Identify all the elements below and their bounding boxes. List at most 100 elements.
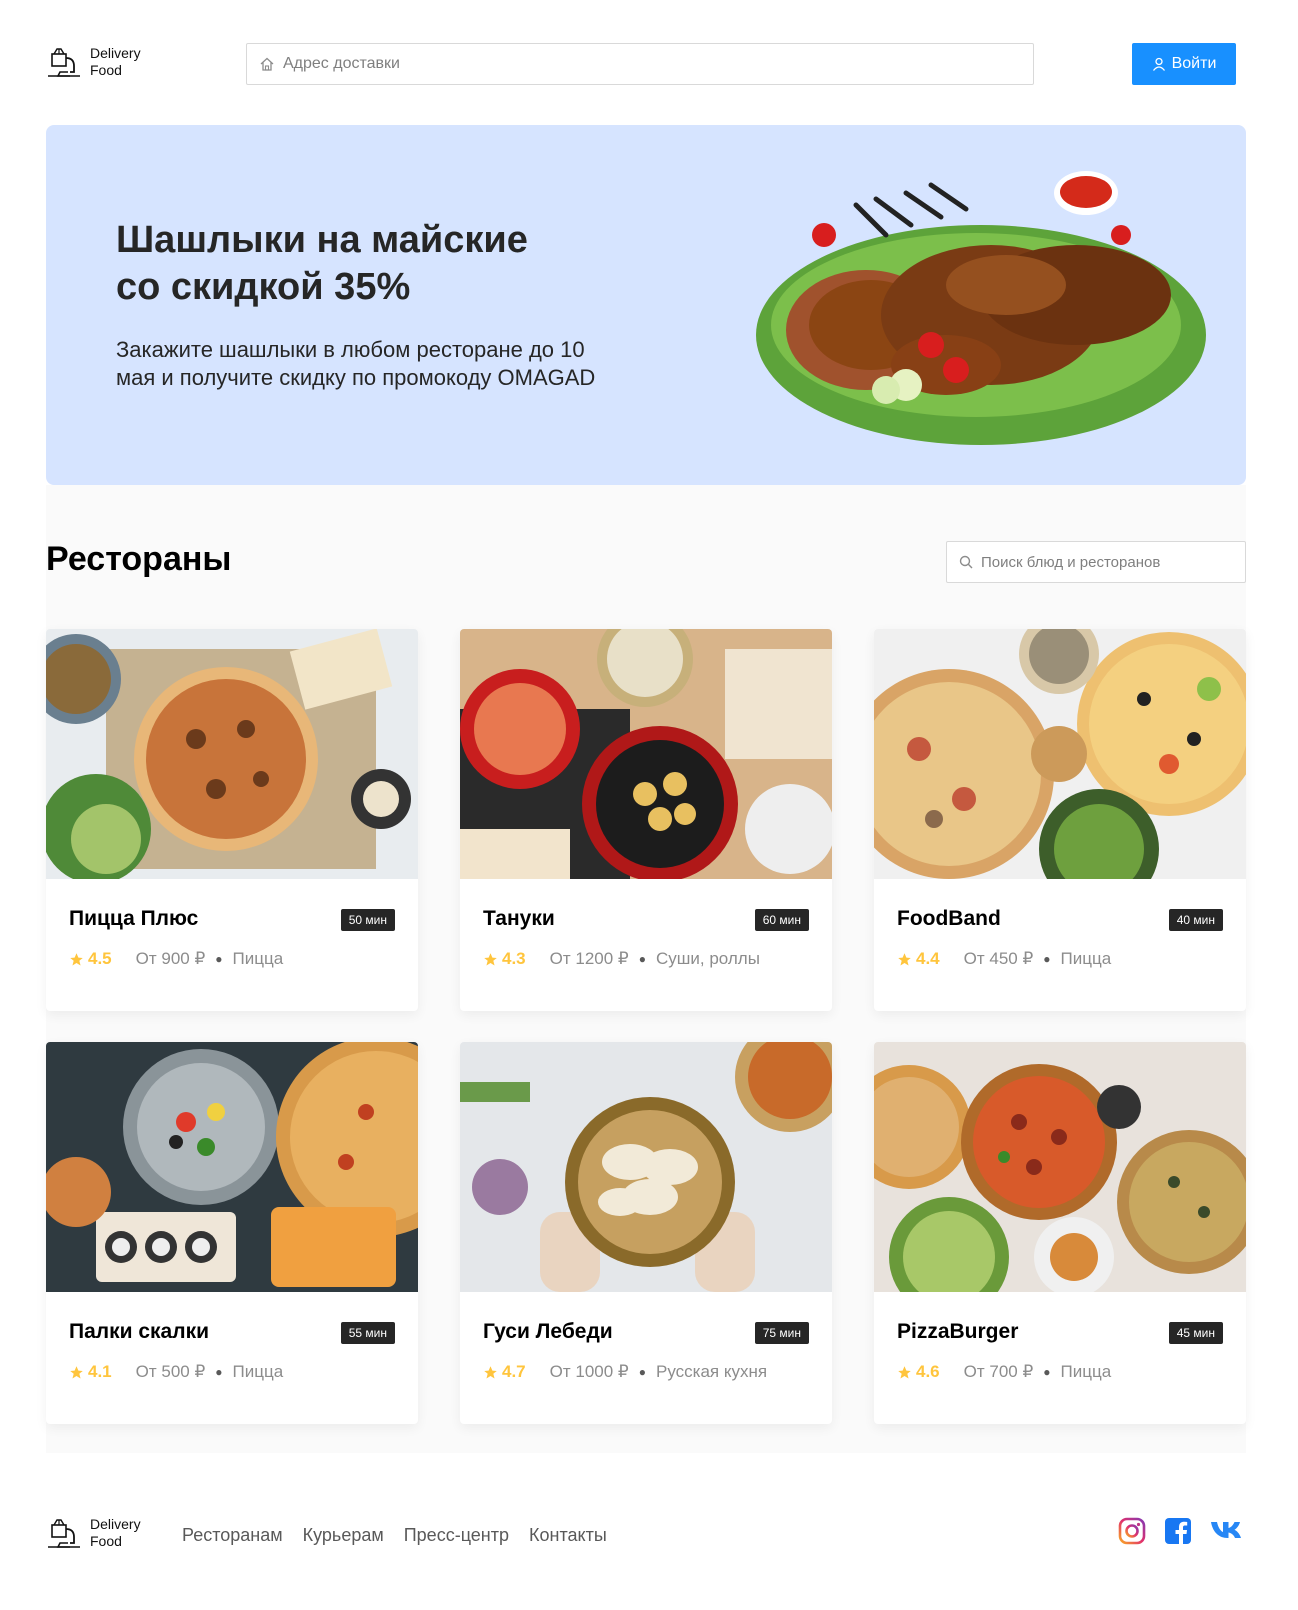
restaurant-image bbox=[874, 629, 1246, 879]
logo[interactable]: Delivery Food bbox=[46, 44, 141, 80]
search-icon bbox=[959, 555, 973, 569]
category: Пицца bbox=[1060, 1362, 1112, 1381]
footer-link-couriers[interactable]: Курьерам bbox=[303, 1525, 384, 1546]
separator-dot: ● bbox=[1043, 1365, 1051, 1379]
facebook-icon bbox=[1165, 1518, 1191, 1544]
promo-title-line-2: со скидкой 35% bbox=[116, 266, 411, 308]
footer-link-press[interactable]: Пресс-центр bbox=[404, 1525, 509, 1546]
price: От 900 ₽ bbox=[135, 949, 206, 968]
promo-banner: Шашлыки на майские со скидкой 35% Закажи… bbox=[46, 125, 1246, 485]
address-input[interactable] bbox=[283, 55, 983, 73]
logo-line-2: Food bbox=[90, 1533, 122, 1549]
rating-value: 4.4 bbox=[916, 949, 940, 968]
restaurant-info: 4.6 От 700 ₽ ● Пицца bbox=[897, 1362, 1111, 1382]
logo-icon bbox=[48, 1519, 80, 1548]
rating: 4.1 bbox=[69, 1362, 112, 1382]
price: От 1000 ₽ bbox=[549, 1362, 629, 1381]
home-icon bbox=[260, 57, 274, 71]
card-body: Тануки 60 мин 4.3 От 1200 ₽ ● Суши, ролл… bbox=[460, 879, 832, 1011]
restaurant-info: 4.5 От 900 ₽ ● Пицца bbox=[69, 949, 283, 969]
user-icon bbox=[1152, 57, 1165, 71]
restaurant-image bbox=[46, 629, 418, 879]
logo-line-2: Food bbox=[90, 62, 122, 78]
card-body: FoodBand 40 мин 4.4 От 450 ₽ ● Пицца bbox=[874, 879, 1246, 1011]
rating-value: 4.3 bbox=[502, 949, 526, 968]
rating: 4.4 bbox=[897, 949, 940, 969]
restaurant-name: FoodBand bbox=[897, 907, 1001, 930]
facebook-link[interactable] bbox=[1164, 1517, 1192, 1550]
logo-icon bbox=[48, 48, 80, 77]
delivery-time-badge: 45 мин bbox=[1168, 1322, 1223, 1344]
delivery-time-badge: 55 мин bbox=[340, 1322, 395, 1344]
rating: 4.5 bbox=[69, 949, 112, 969]
category: Пицца bbox=[232, 949, 284, 968]
logo-line-1: Delivery bbox=[90, 1516, 141, 1532]
instagram-link[interactable] bbox=[1118, 1517, 1146, 1550]
restaurant-image bbox=[460, 1042, 832, 1292]
vk-icon bbox=[1211, 1522, 1241, 1538]
logo-line-1: Delivery bbox=[90, 45, 141, 61]
category: Русская кухня bbox=[655, 1362, 768, 1381]
restaurant-image bbox=[874, 1042, 1246, 1292]
logo-text: Delivery Food bbox=[90, 45, 141, 79]
search-input[interactable] bbox=[981, 553, 1231, 571]
card-body: Палки скалки 55 мин 4.1 От 500 ₽ ● Пицца bbox=[46, 1292, 418, 1424]
separator-dot: ● bbox=[638, 952, 646, 966]
category: Суши, роллы bbox=[655, 949, 760, 968]
section-title: Рестораны bbox=[46, 540, 232, 578]
footer-link-contacts[interactable]: Контакты bbox=[529, 1525, 607, 1546]
card-body: PizzaBurger 45 мин 4.6 От 700 ₽ ● Пицца bbox=[874, 1292, 1246, 1424]
restaurant-card[interactable]: FoodBand 40 мин 4.4 От 450 ₽ ● Пицца bbox=[874, 629, 1246, 1011]
price: От 500 ₽ bbox=[135, 1362, 206, 1381]
logo-text: Delivery Food bbox=[90, 1516, 141, 1550]
shashlik-image bbox=[756, 171, 1206, 445]
delivery-time-badge: 50 мин bbox=[340, 909, 395, 931]
rating-value: 4.7 bbox=[502, 1362, 526, 1381]
rating-value: 4.5 bbox=[88, 949, 112, 968]
restaurant-card[interactable]: Палки скалки 55 мин 4.1 От 500 ₽ ● Пицца bbox=[46, 1042, 418, 1424]
price: От 1200 ₽ bbox=[549, 949, 629, 968]
star-icon bbox=[484, 952, 497, 965]
promo-text-line-2: мая и получите скидку по промокоду OMAGA… bbox=[116, 365, 596, 390]
promo-text-line-1: Закажите шашлыки в любом ресторане до 10 bbox=[116, 337, 585, 362]
rating: 4.7 bbox=[483, 1362, 526, 1382]
restaurant-name: Гуси Лебеди bbox=[483, 1320, 613, 1343]
restaurant-image bbox=[460, 629, 832, 879]
restaurant-name: Пицца Плюс bbox=[69, 907, 199, 930]
restaurant-info: 4.4 От 450 ₽ ● Пицца bbox=[897, 949, 1111, 969]
footer-logo[interactable]: Delivery Food bbox=[46, 1515, 141, 1551]
social-links bbox=[1118, 1517, 1246, 1550]
vk-link[interactable] bbox=[1210, 1520, 1246, 1547]
restaurant-info: 4.7 От 1000 ₽ ● Русская кухня bbox=[483, 1362, 767, 1382]
rating: 4.6 bbox=[897, 1362, 940, 1382]
restaurant-name: Тануки bbox=[483, 907, 555, 930]
footer-nav: Ресторанам Курьерам Пресс-центр Контакты bbox=[182, 1525, 607, 1546]
header: Delivery Food Войти bbox=[46, 42, 1236, 86]
separator-dot: ● bbox=[638, 1365, 646, 1379]
restaurant-info: 4.3 От 1200 ₽ ● Суши, роллы bbox=[483, 949, 760, 969]
price: От 450 ₽ bbox=[963, 949, 1034, 968]
separator-dot: ● bbox=[215, 1365, 223, 1379]
restaurant-image bbox=[46, 1042, 418, 1292]
footer-link-restaurants[interactable]: Ресторанам bbox=[182, 1525, 283, 1546]
promo-title: Шашлыки на майские со скидкой 35% bbox=[116, 217, 676, 311]
restaurant-card[interactable]: Гуси Лебеди 75 мин 4.7 От 1000 ₽ ● Русск… bbox=[460, 1042, 832, 1424]
restaurant-card[interactable]: Пицца Плюс 50 мин 4.5 От 900 ₽ ● Пицца bbox=[46, 629, 418, 1011]
separator-dot: ● bbox=[215, 952, 223, 966]
restaurant-card[interactable]: PizzaBurger 45 мин 4.6 От 700 ₽ ● Пицца bbox=[874, 1042, 1246, 1424]
login-button[interactable]: Войти bbox=[1132, 43, 1236, 85]
category: Пицца bbox=[1060, 949, 1112, 968]
delivery-time-badge: 40 мин bbox=[1168, 909, 1223, 931]
card-body: Гуси Лебеди 75 мин 4.7 От 1000 ₽ ● Русск… bbox=[460, 1292, 832, 1424]
rating-value: 4.6 bbox=[916, 1362, 940, 1381]
restaurant-name: PizzaBurger bbox=[897, 1320, 1019, 1343]
category: Пицца bbox=[232, 1362, 284, 1381]
star-icon bbox=[898, 952, 911, 965]
promo-title-line-1: Шашлыки на майские bbox=[116, 219, 528, 261]
star-icon bbox=[484, 1365, 497, 1378]
star-icon bbox=[898, 1365, 911, 1378]
address-field[interactable] bbox=[246, 43, 1034, 85]
search-field[interactable] bbox=[946, 541, 1246, 583]
restaurant-card[interactable]: Тануки 60 мин 4.3 От 1200 ₽ ● Суши, ролл… bbox=[460, 629, 832, 1011]
restaurant-name: Палки скалки bbox=[69, 1320, 209, 1343]
